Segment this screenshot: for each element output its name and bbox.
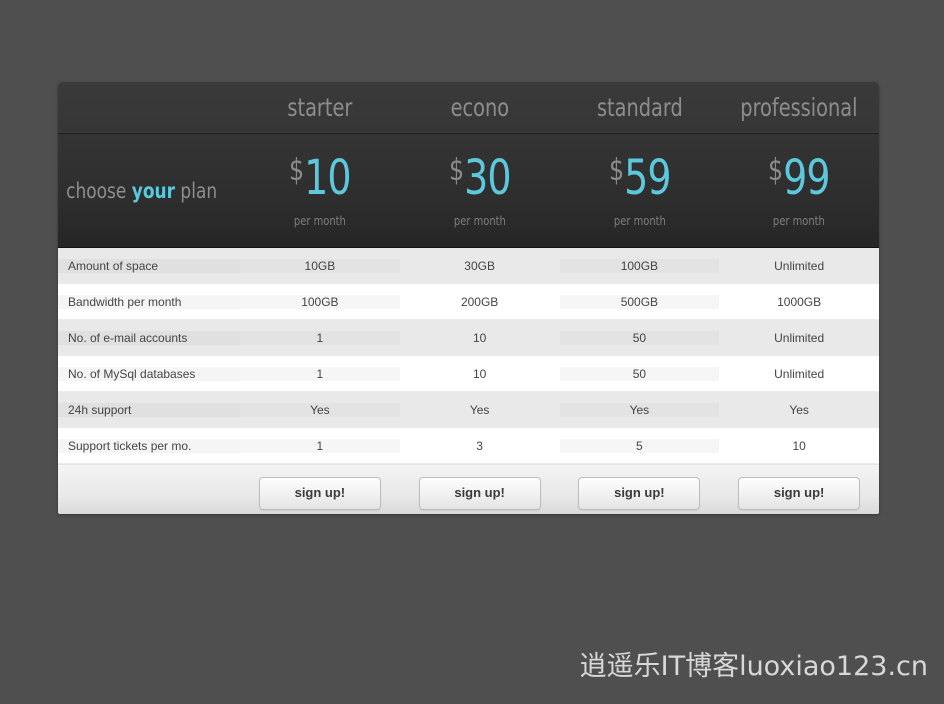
pricing-table-panel: starter econo standard professional choo… — [58, 82, 879, 514]
table-row: Support tickets per mo. 1 3 5 10 — [58, 428, 879, 464]
signup-footer: sign up! sign up! sign up! sign up! — [58, 464, 879, 514]
signup-button-starter[interactable]: sign up! — [258, 477, 381, 510]
feature-value: 10GB — [240, 258, 400, 273]
plan-name-econo: econo — [450, 93, 509, 122]
price-cell-starter: $10 per month — [240, 154, 400, 228]
feature-value: Unlimited — [774, 366, 825, 381]
signup-cell-standard: sign up! — [560, 477, 720, 510]
feature-comparison-table: Amount of space 10GB 30GB 100GB Unlimite… — [58, 248, 879, 464]
headline: choose your plan — [58, 179, 222, 203]
feature-value: 1 — [240, 366, 400, 381]
feature-value: 10 — [792, 438, 806, 453]
feature-value: 10 — [472, 330, 487, 345]
pricing-header: starter econo standard professional choo… — [58, 82, 879, 248]
signup-cell-starter: sign up! — [240, 477, 400, 510]
currency-symbol: $ — [289, 152, 305, 188]
price-amount: 59 — [623, 149, 671, 206]
feature-value: 1 — [240, 330, 400, 345]
signup-cell-professional: sign up! — [719, 477, 879, 510]
signup-cell-econo: sign up! — [400, 477, 560, 510]
signup-button-professional[interactable]: sign up! — [738, 477, 861, 510]
feature-value: Unlimited — [774, 330, 825, 345]
signup-button-standard[interactable]: sign up! — [578, 477, 701, 510]
price-line: $10 — [250, 154, 391, 202]
signup-button-econo[interactable]: sign up! — [418, 477, 541, 510]
price-amount: 30 — [463, 149, 511, 206]
headline-prefix: choose — [66, 178, 132, 203]
feature-value: Yes — [469, 402, 490, 417]
plan-name-professional: professional — [740, 93, 858, 122]
price-row: choose your plan $10 per month $30 per m… — [58, 134, 879, 248]
currency-symbol: $ — [608, 152, 624, 188]
feature-value: 3 — [476, 438, 483, 453]
feature-value: 100GB — [240, 294, 400, 309]
price-line: $30 — [409, 154, 550, 202]
plan-name-starter: starter — [287, 93, 353, 122]
feature-value: 50 — [559, 330, 720, 345]
billing-period: per month — [613, 213, 666, 228]
table-row: Amount of space 10GB 30GB 100GB Unlimite… — [58, 248, 879, 284]
price-line: $99 — [729, 154, 870, 202]
feature-value: Yes — [240, 402, 400, 417]
headline-suffix: plan — [175, 178, 218, 203]
table-row: Bandwidth per month 100GB 200GB 500GB 10… — [58, 284, 879, 320]
plan-name-row: starter econo standard professional — [58, 82, 879, 134]
table-row: No. of MySql databases 1 10 50 Unlimited — [58, 356, 879, 392]
feature-value: 10 — [472, 366, 487, 381]
price-cell-econo: $30 per month — [400, 154, 560, 228]
price-amount: 99 — [783, 149, 830, 206]
currency-symbol: $ — [448, 152, 464, 188]
feature-value: Unlimited — [774, 258, 825, 273]
table-row: No. of e-mail accounts 1 10 50 Unlimited — [58, 320, 879, 356]
currency-symbol: $ — [768, 152, 784, 188]
price-line: $59 — [569, 154, 710, 202]
plan-name-standard: standard — [596, 93, 683, 122]
feature-value: Yes — [789, 402, 809, 417]
feature-value: Yes — [559, 402, 720, 417]
feature-label: Support tickets per mo. — [58, 438, 240, 453]
price-amount: 10 — [304, 149, 351, 206]
feature-value: 5 — [559, 438, 720, 453]
feature-value: 200GB — [460, 294, 499, 309]
watermark: 逍遥乐IT博客luoxiao123.cn — [579, 651, 928, 682]
billing-period: per month — [773, 213, 826, 228]
feature-label: Amount of space — [58, 258, 240, 273]
feature-value: 50 — [559, 366, 720, 381]
feature-value: 500GB — [559, 294, 720, 309]
headline-accent: your — [131, 178, 176, 203]
feature-label: Bandwidth per month — [58, 294, 240, 309]
table-row: 24h support Yes Yes Yes Yes — [58, 392, 879, 428]
feature-value: 1 — [240, 438, 400, 453]
feature-value: 30GB — [464, 258, 495, 273]
price-cell-standard: $59 per month — [560, 154, 720, 228]
feature-label: No. of e-mail accounts — [58, 330, 240, 345]
feature-label: 24h support — [58, 402, 240, 417]
feature-value: 1000GB — [777, 294, 822, 309]
billing-period: per month — [453, 213, 506, 228]
feature-label: No. of MySql databases — [58, 366, 240, 381]
billing-period: per month — [293, 213, 346, 228]
price-cell-professional: $99 per month — [719, 154, 879, 228]
feature-value: 100GB — [559, 258, 720, 273]
